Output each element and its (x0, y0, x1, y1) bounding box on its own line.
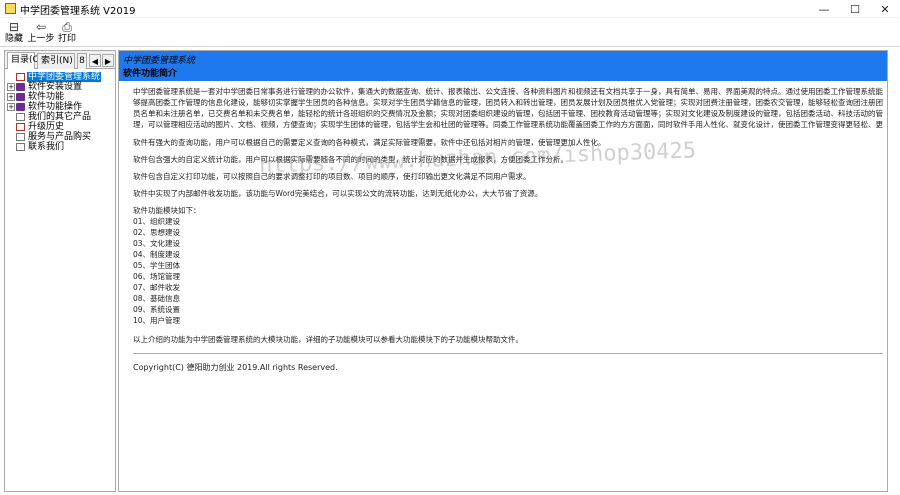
back-arrow-icon: ⇦ (35, 20, 47, 34)
topic-breadcrumb: 中学团委管理系统 (123, 56, 196, 66)
tree-item-operations[interactable]: + 软件功能操作 (7, 102, 114, 112)
topic-title: 软件功能简介 (123, 69, 178, 79)
tab-scroll-left-icon[interactable]: ◀ (89, 54, 101, 67)
print-label: 打印 (57, 34, 76, 44)
tree-item-other-products[interactable]: 我们的其它产品 (7, 112, 114, 122)
summary-paragraph: 以上介绍的功能为中学团委管理系统的大模块功能，详细的子功能模块可以参看大功能模块… (133, 335, 523, 344)
tree-item-features[interactable]: + 软件功能 (7, 92, 114, 102)
module-item: 04、制度建设 (133, 250, 181, 259)
close-button[interactable]: ✕ (871, 0, 899, 18)
tree-item-label: 软件功能操作 (28, 102, 83, 112)
title-bar: 中学团委管理系统 V2019 — ☐ ✕ (0, 0, 900, 18)
tree-item-label: 联系我们 (28, 142, 65, 152)
help-page-icon (16, 123, 25, 131)
content-pane: 中学团委管理系统 软件功能简介 中学团委管理系统是一套对中学团委日常事务进行管理… (118, 50, 888, 492)
modules-heading: 软件功能模块如下： (133, 206, 201, 215)
tree-item-label: 我们的其它产品 (28, 112, 92, 122)
paragraph: 软件包含自定义打印功能，可以按照自己的要求调整打印的项目数、项目的顺序，使打印输… (133, 172, 531, 181)
module-item: 08、基础信息 (133, 294, 181, 303)
tree-item-upgrade-history[interactable]: 升级历史 (7, 122, 114, 132)
copyright-text: Copyright(C) 德阳助力创业 2019.All rights Rese… (133, 363, 338, 372)
app-icon (5, 3, 16, 14)
paragraph: 中学团委管理系统是一套对中学团委日常事务进行管理的办公软件，集通大的数据查询、统… (133, 87, 883, 129)
topic-body: 中学团委管理系统是一套对中学团委日常事务进行管理的办公软件，集通大的数据查询、统… (133, 86, 883, 373)
module-item: 03、文化建设 (133, 239, 181, 248)
tree-item-install-settings[interactable]: + 软件安装设置 (7, 82, 114, 92)
tree-item-label: 升级历史 (28, 122, 65, 132)
module-item: 06、场馆管理 (133, 272, 181, 281)
module-item: 07、邮件收发 (133, 283, 181, 292)
back-button[interactable]: ⇦ 上一步 (27, 20, 55, 46)
tab-index[interactable]: 索引(N) (37, 53, 75, 69)
book-icon (16, 93, 25, 101)
tree-item-home[interactable]: 中学团委管理系统 (7, 72, 114, 82)
nav-tabs: 目录(C) 索引(N) 8 ◀ ▶ (5, 51, 115, 69)
page-icon (16, 143, 25, 151)
book-icon (16, 83, 25, 91)
printer-icon: ⎙ (62, 20, 72, 34)
print-button[interactable]: ⎙ 打印 (57, 20, 77, 46)
back-label: 上一步 (27, 34, 55, 44)
tree-item-purchase[interactable]: 服务与产品购买 (7, 132, 114, 142)
hide-label: 隐藏 (4, 34, 23, 44)
page-icon (16, 133, 25, 141)
tab-contents[interactable]: 目录(C) (7, 52, 42, 69)
tab-scroll-right-icon[interactable]: ▶ (102, 54, 114, 67)
module-item: 09、系统设置 (133, 305, 181, 314)
tree-item-label: 软件功能 (28, 92, 65, 102)
tree-item-label: 中学团委管理系统 (27, 72, 102, 82)
navigation-pane: 目录(C) 索引(N) 8 ◀ ▶ 中学团委管理系统 + 软件安装设置 + 软件… (4, 50, 116, 492)
topic-header: 中学团委管理系统 软件功能简介 (119, 51, 887, 81)
tree-item-label: 服务与产品购买 (28, 132, 92, 142)
page-icon (16, 113, 25, 121)
module-item: 05、学生团体 (133, 261, 181, 270)
tab-search[interactable]: 8 (77, 53, 87, 69)
contents-tree: 中学团委管理系统 + 软件安装设置 + 软件功能 + 软件功能操作 我们的其它产… (7, 72, 114, 152)
paragraph: 软件中实现了内部邮件收发功能，该功能与Word完美结合，可以实现公文的流转功能，… (133, 189, 543, 198)
book-icon (16, 103, 25, 111)
divider (133, 353, 883, 354)
tree-item-label: 软件安装设置 (28, 82, 83, 92)
module-item: 01、组织建设 (133, 217, 181, 226)
tree-item-contact[interactable]: 联系我们 (7, 142, 114, 152)
expand-icon[interactable]: + (7, 103, 15, 111)
expand-icon[interactable]: + (7, 83, 15, 91)
maximize-button[interactable]: ☐ (841, 0, 869, 18)
module-item: 02、思想建设 (133, 228, 181, 237)
hide-button[interactable]: ⊟ 隐藏 (4, 20, 24, 46)
help-page-icon (16, 73, 25, 81)
hide-pane-icon: ⊟ (8, 20, 20, 34)
minimize-button[interactable]: — (810, 0, 838, 18)
window-title: 中学团委管理系统 V2019 (20, 6, 136, 17)
module-item: 10、用户管理 (133, 316, 181, 325)
expand-icon[interactable]: + (7, 93, 15, 101)
toolbar: ⊟ 隐藏 ⇦ 上一步 ⎙ 打印 (0, 18, 900, 47)
